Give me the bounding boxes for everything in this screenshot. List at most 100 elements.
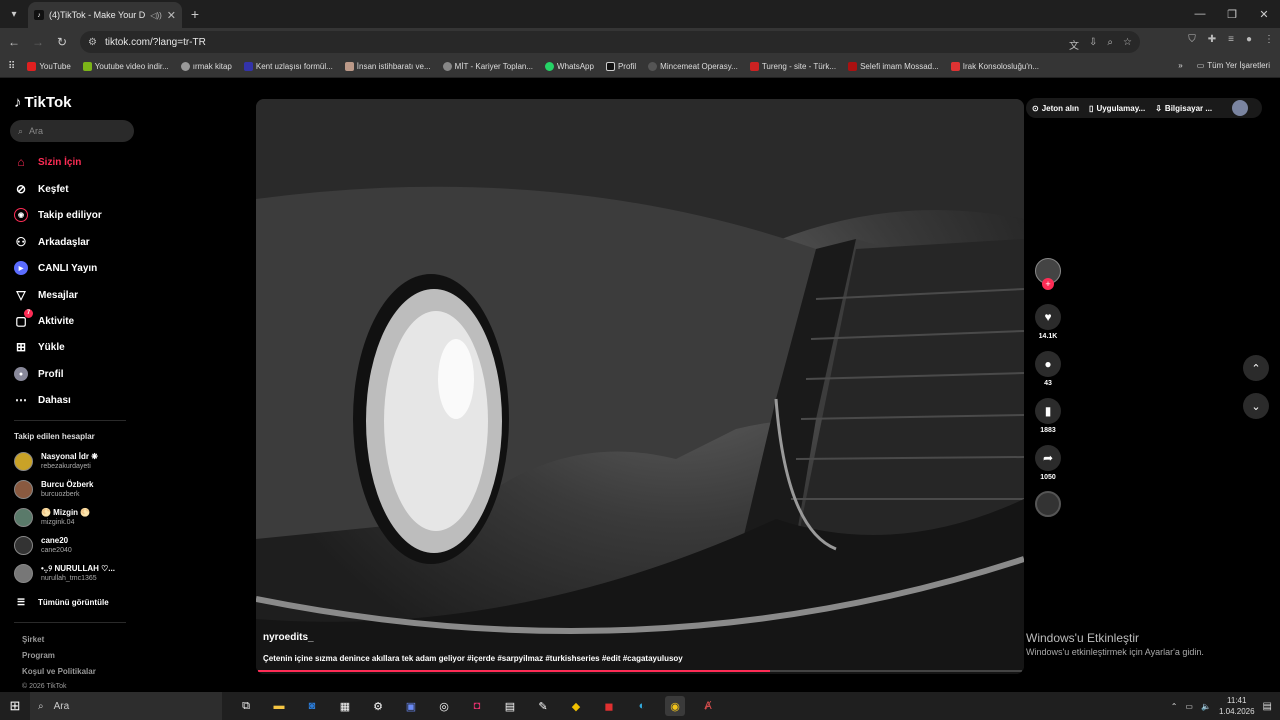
app-icon[interactable]: ▤ xyxy=(500,696,520,716)
clock[interactable]: 11:41 1.04.2026 xyxy=(1219,695,1255,717)
download-icon: ⇩ xyxy=(1155,103,1162,113)
tray-expand-icon[interactable]: ⌃ xyxy=(1171,702,1178,711)
instagram-icon[interactable]: ◘ xyxy=(467,696,487,716)
all-bookmarks-folder[interactable]: ▭ Tüm Yer İşaretleri xyxy=(1197,61,1270,70)
footer-link-program[interactable]: Program xyxy=(22,651,55,660)
zoom-icon[interactable]: ⌕ xyxy=(1107,37,1113,52)
translate-icon[interactable]: 文 xyxy=(1069,37,1079,52)
video-username[interactable]: nyroedits_ xyxy=(263,632,314,643)
bookmark-item[interactable]: Profil xyxy=(605,62,636,71)
sidebar-item-activity[interactable]: ▢ 7 Aktivite xyxy=(14,309,74,328)
settings-icon[interactable]: ⚙ xyxy=(368,696,388,716)
sidebar-item-profile[interactable]: ● Profil xyxy=(14,367,64,381)
get-app-button[interactable]: ▯ Uygulamay... xyxy=(1089,104,1145,113)
comment-button[interactable]: ● 43 xyxy=(1032,351,1064,387)
tiktok-favicon-icon: ♪ xyxy=(34,10,44,20)
creator-avatar[interactable]: + xyxy=(1032,258,1064,290)
bookmark-item[interactable]: ırmak kitap xyxy=(180,62,232,71)
user-avatar[interactable] xyxy=(1232,100,1249,116)
video-progress-bar[interactable] xyxy=(258,670,1022,672)
footer-link-company[interactable]: Şirket xyxy=(22,635,44,644)
bookmark-item[interactable]: Selefi imam Mossad... xyxy=(848,62,939,71)
bookmark-item[interactable]: MİT - Kariyer Toplan... xyxy=(442,62,533,71)
forward-icon[interactable]: → xyxy=(26,35,50,49)
video-player[interactable]: nyroedits_ Çetenin içine sızma denince a… xyxy=(256,99,1024,674)
sidebar-item-explore[interactable]: ⊘ Keşfet xyxy=(14,182,69,196)
app-icon[interactable]: ▣ xyxy=(401,696,421,716)
followed-account[interactable]: 🌕 Mizgin 🌕 mizgink.04 xyxy=(14,508,90,527)
music-disc[interactable] xyxy=(1032,491,1064,517)
bookmark-star-icon[interactable]: ☆ xyxy=(1123,37,1132,52)
app-icon[interactable]: ◼ xyxy=(599,696,619,716)
sidebar-item-following[interactable]: ◉ Takip ediliyor xyxy=(14,208,102,222)
friends-icon: ⚇ xyxy=(15,235,27,249)
chrome-icon[interactable]: ◉ xyxy=(665,696,685,716)
install-icon[interactable]: ⇩ xyxy=(1089,37,1097,52)
file-explorer-icon[interactable]: ▬ xyxy=(269,696,289,716)
notification-icon[interactable]: ▤ xyxy=(1263,701,1272,712)
more-bookmarks-icon[interactable]: » xyxy=(1178,61,1182,70)
sidebar-item-more[interactable]: ⋯ Dahası xyxy=(14,393,71,407)
steam-icon[interactable]: ◎ xyxy=(434,696,454,716)
share-button[interactable]: ➦ 1050 xyxy=(1032,445,1064,481)
next-video-button[interactable]: ⌄ xyxy=(1243,393,1269,419)
restore-icon[interactable]: ❐ xyxy=(1216,0,1248,28)
site-info-icon[interactable]: ⚙ xyxy=(88,37,97,48)
url-field[interactable]: ⚙ tiktok.com/?lang=tr-TR 文 ⇩ ⌕ ☆ xyxy=(80,31,1140,53)
desktop-app-button[interactable]: ⇩ Bilgisayar ... xyxy=(1155,104,1212,113)
followed-account[interactable]: cane20 cane2040 xyxy=(14,536,72,555)
follow-plus-icon[interactable]: + xyxy=(1042,278,1054,290)
window-close-icon[interactable]: ✕ xyxy=(1248,0,1280,28)
see-all-button[interactable]: ☰ Tümünü görüntüle xyxy=(14,595,109,609)
like-button[interactable]: ♥ 14.1K xyxy=(1032,304,1064,340)
tiktok-logo[interactable]: ♪ TikTok xyxy=(14,94,71,111)
edge-icon[interactable]: ◐ xyxy=(632,696,652,716)
bookmark-item[interactable]: Tureng - site - Türk... xyxy=(749,62,836,71)
shield-extension-icon[interactable]: ⛉ xyxy=(1188,34,1196,45)
get-coins-button[interactable]: ⊙ Jeton alın xyxy=(1032,104,1079,113)
browser-menu-icon[interactable]: ⋮ xyxy=(1264,34,1274,45)
previous-video-button[interactable]: ⌃ xyxy=(1243,355,1269,381)
followed-account[interactable]: Nasyonal İdr ❋ rebezakurdayeti xyxy=(14,452,98,471)
bookmark-item[interactable]: Youtube video indir... xyxy=(82,62,169,71)
extensions-icon[interactable]: ✚ xyxy=(1208,34,1216,45)
sidebar-item-live[interactable]: ▶ CANLI Yayın xyxy=(14,261,97,275)
store-icon[interactable]: ▦ xyxy=(335,696,355,716)
sidebar-item-messages[interactable]: ▽ Mesajlar xyxy=(14,288,78,302)
apps-grid-icon[interactable]: ⠿ xyxy=(8,61,15,72)
task-view-icon[interactable]: ⧉ xyxy=(236,696,256,716)
profile-avatar-icon[interactable]: ● xyxy=(1246,34,1252,45)
app-icon[interactable]: ◆ xyxy=(566,696,586,716)
new-tab-button[interactable]: + xyxy=(182,6,208,22)
tab-search-icon[interactable]: ▾ xyxy=(0,0,28,28)
reading-list-icon[interactable]: ≡ xyxy=(1228,34,1234,45)
sidebar-item-for-you[interactable]: ⌂ Sizin İçin xyxy=(14,155,81,169)
speaker-icon[interactable]: 🔈 xyxy=(1201,702,1211,711)
followed-account[interactable]: Burcu Özberk burcuozberk xyxy=(14,480,93,499)
bookmark-item[interactable]: Kent uzlaşısı formül... xyxy=(243,62,333,71)
app-icon[interactable]: ✎ xyxy=(533,696,553,716)
taskbar-search[interactable]: ⌕ Ara xyxy=(30,692,222,720)
bookmark-item[interactable]: İnsan istihbaratı ve... xyxy=(344,62,431,71)
reload-icon[interactable]: ↻ xyxy=(50,35,74,49)
mute-icon[interactable]: ◁)) xyxy=(150,11,161,20)
bookmark-item[interactable]: Mincemeat Operasy... xyxy=(648,62,738,71)
live-icon: ▶ xyxy=(14,261,28,275)
app-icon[interactable]: Ⱥ xyxy=(698,696,718,716)
tab-close-icon[interactable]: ✕ xyxy=(167,9,176,22)
followed-account[interactable]: •.̥.୨ NURULLAH ♡... nurullah_tmc1365 xyxy=(14,564,115,583)
sidebar-item-friends[interactable]: ⚇ Arkadaşlar xyxy=(14,235,90,249)
bookmark-item[interactable]: Irak Konsolosluğu'n... xyxy=(950,62,1039,71)
bookmark-item[interactable]: WhatsApp xyxy=(545,62,594,71)
start-windows-icon[interactable]: ⊞ xyxy=(0,698,30,714)
search-input[interactable]: ⌕ Ara xyxy=(10,120,134,142)
browser-tab[interactable]: ♪ (4)TikTok - Make Your Day ◁)) ✕ xyxy=(28,2,182,28)
minimize-icon[interactable]: — xyxy=(1184,0,1216,28)
sidebar-item-upload[interactable]: ⊞ Yükle xyxy=(14,340,65,354)
footer-link-terms[interactable]: Koşul ve Politikalar xyxy=(22,667,96,676)
outlook-icon[interactable]: ◙ xyxy=(302,696,322,716)
save-button[interactable]: ▮ 1883 xyxy=(1032,398,1064,434)
back-icon[interactable]: ← xyxy=(2,35,26,49)
network-icon[interactable]: ▭ xyxy=(1185,702,1193,711)
bookmark-item[interactable]: YouTube xyxy=(27,62,71,71)
